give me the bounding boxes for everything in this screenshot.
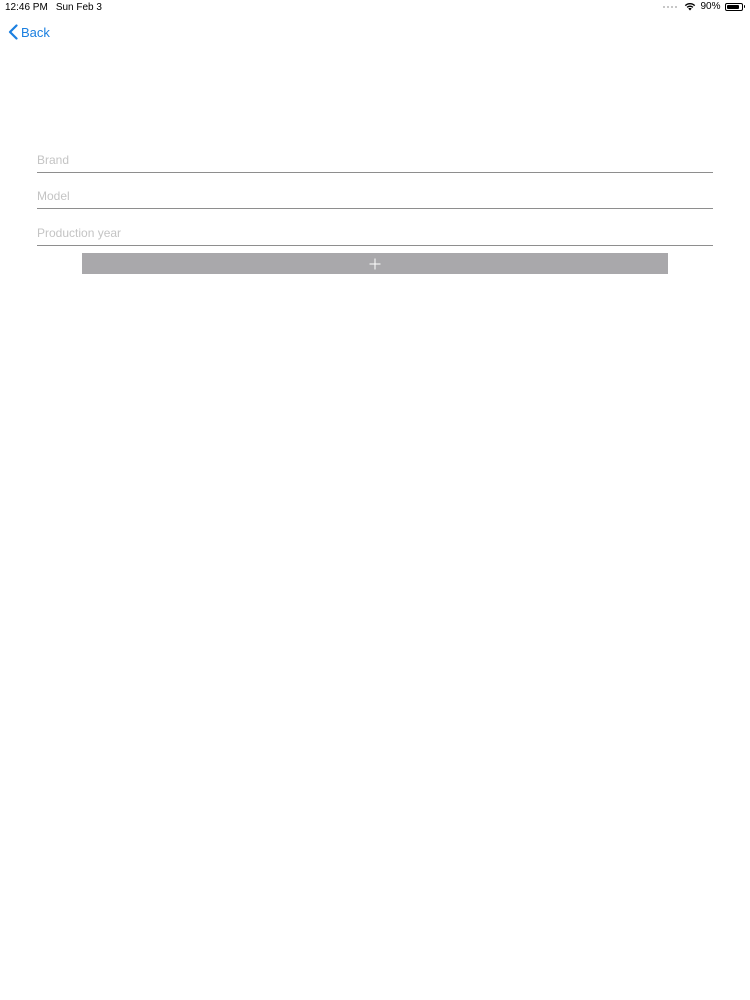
add-button[interactable]: [82, 253, 668, 274]
brand-input[interactable]: [37, 150, 713, 169]
cellular-signal-icon: [663, 5, 678, 8]
screen: 12:46 PM Sun Feb 3 90% Back Brand Model …: [0, 0, 750, 1000]
production-year-field-container: [37, 209, 713, 246]
battery-percentage: 90%: [700, 1, 721, 12]
plus-icon: [369, 258, 381, 270]
model-input[interactable]: [37, 187, 713, 205]
status-bar: 12:46 PM Sun Feb 3 90%: [0, 0, 750, 16]
battery-cap: [743, 5, 745, 8]
status-left: 12:46 PM Sun Feb 3: [5, 2, 102, 13]
status-time: 12:46 PM: [5, 2, 48, 13]
status-right: 90%: [663, 1, 745, 12]
battery-icon: [724, 2, 745, 11]
back-button[interactable]: Back: [8, 24, 50, 40]
wifi-icon: [684, 2, 696, 11]
battery-body: [724, 2, 743, 11]
status-date: Sun Feb 3: [55, 2, 102, 13]
chevron-left-icon: [8, 24, 18, 40]
model-field-container: [37, 173, 713, 209]
back-label: Back: [21, 24, 50, 40]
car-form: [37, 136, 713, 246]
battery-fill: [726, 4, 740, 9]
brand-field-container: [37, 136, 713, 173]
production-year-input[interactable]: [37, 223, 713, 242]
